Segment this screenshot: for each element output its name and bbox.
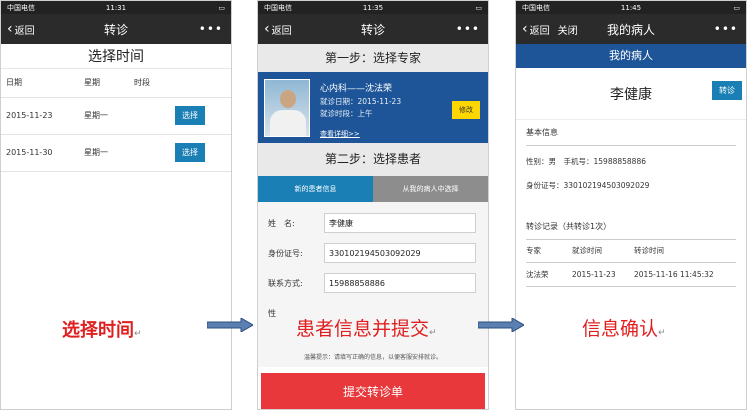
- select-button[interactable]: 选择: [175, 106, 205, 125]
- row-expert: 沈法荣: [526, 262, 572, 287]
- tab-new-patient[interactable]: 新的患者信息: [258, 176, 373, 202]
- page-title: 选择时间: [1, 45, 231, 69]
- clock: 11:31: [105, 3, 127, 12]
- name-label: 姓 名:: [268, 218, 295, 228]
- status-bar: 中国电信 11:45 ▭: [516, 1, 746, 14]
- nav-title: 我的病人: [606, 22, 655, 37]
- tab-my-patients[interactable]: 从我的病人中选择: [373, 176, 488, 202]
- chevron-left-icon: ‹: [7, 21, 13, 37]
- chevron-left-icon: ‹: [264, 21, 270, 37]
- back-button[interactable]: ‹ 返回: [258, 22, 292, 37]
- history-table: 专家 就诊时间 转诊时间 沈法荣 2015-11-23 2015-11-16 1…: [526, 240, 736, 287]
- row-weekday: 星期一: [79, 97, 129, 135]
- status-bar: 中国电信 11:31 ▭: [1, 1, 231, 14]
- arrow-right-icon: [478, 318, 524, 332]
- annotation-text: 信息确认: [582, 318, 659, 340]
- id-line: 身份证号：330102194503092029: [526, 181, 650, 190]
- row-date: 2015-11-30: [1, 134, 79, 172]
- back-label: 返回: [271, 25, 292, 37]
- visit-period: 就诊时段：上午: [320, 109, 373, 118]
- col-period: 时段: [129, 69, 156, 98]
- table-header: 专家 就诊时间 转诊时间: [526, 240, 736, 263]
- nav-bar: ‹ 返回 转诊 •••: [258, 14, 488, 44]
- table-header: 日期 星期 时段: [1, 69, 231, 98]
- select-button[interactable]: 选择: [175, 143, 205, 162]
- row-period: [129, 134, 156, 172]
- row-period: [129, 97, 156, 135]
- row-transfer: 2015-11-16 11:45:32: [634, 262, 736, 287]
- basic-info: 基本信息 性别：男 手机号：15988858886 身份证号：330102194…: [516, 120, 746, 287]
- row-date: 2015-11-23: [1, 97, 79, 135]
- step2-title: 第二步：选择患者: [258, 143, 488, 176]
- basic-info-label: 基本信息: [526, 120, 736, 146]
- col-date: 日期: [1, 69, 79, 98]
- phone-screen-select-time: 中国电信 11:31 ▭ ‹ 返回 转诊 ••• 选择时间 日期 星期 时段 2…: [0, 0, 232, 410]
- annotation-confirm: 信息确认↵: [582, 314, 666, 341]
- annotation-text: 患者信息并提交: [296, 318, 430, 340]
- doctor-name: 心内科——沈法荣: [320, 84, 393, 94]
- more-menu-icon[interactable]: •••: [456, 22, 480, 36]
- annotation-submit-info: 患者信息并提交↵: [296, 314, 437, 341]
- doctor-photo: [264, 79, 310, 137]
- back-button[interactable]: ‹ 返回: [516, 22, 550, 37]
- back-label: 返回: [529, 25, 550, 37]
- close-button[interactable]: 关闭: [558, 22, 578, 37]
- patient-source-tabs: 新的患者信息 从我的病人中选择: [258, 176, 488, 202]
- return-mark: ↵: [429, 328, 437, 338]
- phone-label: 联系方式:: [268, 278, 303, 288]
- chevron-left-icon: ‹: [522, 21, 528, 37]
- phone-screen-transfer-form: 中国电信 11:35 ▭ ‹ 返回 转诊 ••• 第一步：选择专家 心内科——沈…: [257, 0, 489, 410]
- id-label: 身份证号:: [268, 248, 303, 258]
- nav-bar: ‹ 返回 转诊 •••: [1, 14, 231, 44]
- col-weekday: 星期: [79, 69, 129, 98]
- phone-field[interactable]: 15988858886: [324, 273, 476, 293]
- clock: 11:45: [620, 3, 642, 12]
- table-row: 2015-11-30 星期一 选择: [1, 134, 231, 172]
- patient-form: 姓 名: 李健康 身份证号: 330102194503092029 联系方式: …: [258, 202, 488, 367]
- clock: 11:35: [362, 3, 384, 12]
- arrow-right-icon: [207, 318, 253, 332]
- table-row: 沈法荣 2015-11-23 2015-11-16 11:45:32: [526, 262, 736, 287]
- submit-transfer-button[interactable]: 提交转诊单: [261, 373, 485, 409]
- row-weekday: 星期一: [79, 134, 129, 172]
- patient-header: 李健康 转诊: [516, 68, 746, 120]
- row-visit: 2015-11-23: [572, 262, 634, 287]
- schedule-table: 日期 星期 时段 2015-11-23 星期一 选择 2015-11-30 星期…: [1, 69, 231, 172]
- view-details-link[interactable]: 查看详细>>: [320, 129, 360, 139]
- return-mark: ↵: [134, 329, 142, 339]
- section-bar: 我的病人: [516, 44, 746, 68]
- back-button[interactable]: ‹ 返回: [1, 22, 35, 37]
- table-row: 2015-11-23 星期一 选择: [1, 97, 231, 135]
- more-menu-icon[interactable]: •••: [199, 22, 223, 36]
- id-row: 身份证号: 330102194503092029: [258, 238, 488, 268]
- name-row: 姓 名: 李健康: [258, 208, 488, 238]
- name-field[interactable]: 李健康: [324, 213, 476, 233]
- sex-phone-line: 性别：男 手机号：15988858886: [526, 157, 646, 166]
- annotation-select-time: 选择时间↵: [62, 316, 142, 342]
- col-visit-time: 就诊时间: [572, 240, 634, 263]
- annotation-text: 选择时间: [62, 320, 134, 341]
- return-mark: ↵: [658, 328, 666, 338]
- col-transfer-time: 转诊时间: [634, 240, 736, 263]
- nav-title: 转诊: [360, 22, 385, 37]
- visit-date: 就诊日期：2015-11-23: [320, 97, 402, 106]
- hint-text: 温馨提示：请填写正确的信息，以便客服安排就诊。: [303, 354, 442, 361]
- phone-row: 联系方式: 15988858886: [258, 268, 488, 298]
- edit-button[interactable]: 修改: [452, 101, 480, 119]
- back-label: 返回: [14, 25, 35, 37]
- id-field[interactable]: 330102194503092029: [324, 243, 476, 263]
- doctor-card: 心内科——沈法荣 就诊日期：2015-11-23 就诊时段：上午 查看详细>> …: [258, 72, 488, 143]
- transfer-button[interactable]: 转诊: [712, 81, 742, 100]
- more-menu-icon[interactable]: •••: [714, 22, 738, 36]
- col-action: [155, 69, 231, 98]
- step1-title: 第一步：选择专家: [258, 44, 488, 72]
- nav-title: 转诊: [103, 22, 128, 37]
- phone-screen-my-patients: 中国电信 11:45 ▭ ‹ 返回 关闭 我的病人 ••• 我的病人 李健康 转…: [515, 0, 747, 410]
- status-bar: 中国电信 11:35 ▭: [258, 1, 488, 14]
- col-expert: 专家: [526, 240, 572, 263]
- nav-bar: ‹ 返回 关闭 我的病人 •••: [516, 14, 746, 44]
- history-label: 转诊记录（共转诊1次）: [526, 214, 736, 240]
